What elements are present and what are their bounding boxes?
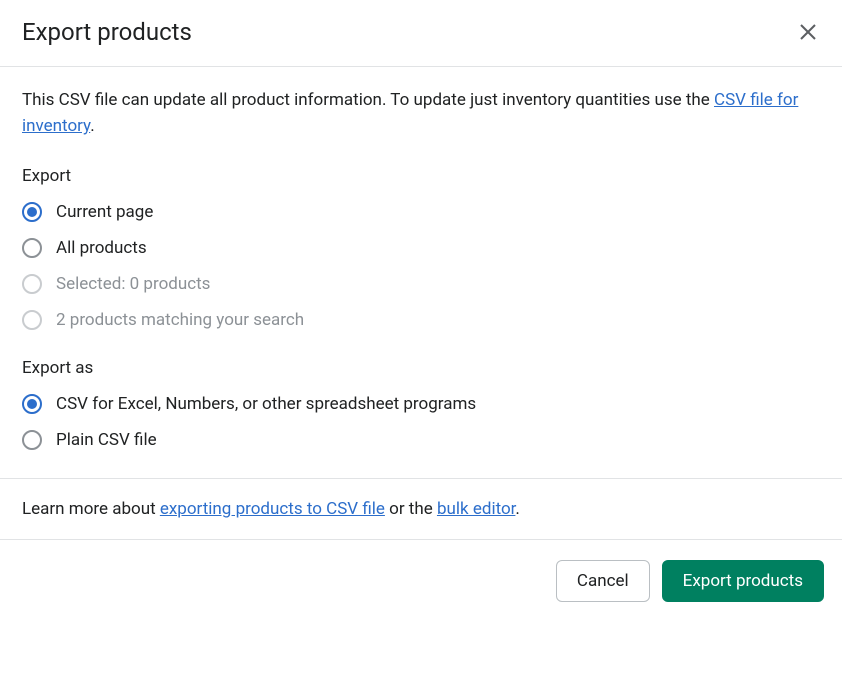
learn-mid: or the: [385, 499, 437, 519]
radio-matching-search: 2 products matching your search: [22, 310, 820, 330]
description-text: This CSV file can update all product inf…: [22, 90, 714, 110]
export-products-button[interactable]: Export products: [662, 560, 824, 602]
radio-icon: [22, 238, 42, 258]
radio-label: Current page: [56, 202, 153, 222]
radio-icon: [22, 310, 42, 330]
modal-footer: Cancel Export products: [0, 540, 842, 622]
export-scope-label: Export: [22, 166, 820, 186]
export-format-label: Export as: [22, 358, 820, 378]
export-products-modal: Export products This CSV file can update…: [0, 0, 842, 700]
radio-icon: [22, 274, 42, 294]
radio-current-page[interactable]: Current page: [22, 202, 820, 222]
radio-label: CSV for Excel, Numbers, or other spreads…: [56, 394, 476, 414]
radio-plain-csv[interactable]: Plain CSV file: [22, 430, 820, 450]
export-scope-group: Export Current page All products Selecte…: [22, 166, 820, 330]
close-button[interactable]: [794, 18, 822, 46]
radio-icon: [22, 430, 42, 450]
cancel-button[interactable]: Cancel: [556, 560, 650, 602]
bulk-editor-link[interactable]: bulk editor: [437, 499, 515, 519]
radio-icon: [22, 202, 42, 222]
export-format-group: Export as CSV for Excel, Numbers, or oth…: [22, 358, 820, 450]
radio-csv-excel[interactable]: CSV for Excel, Numbers, or other spreads…: [22, 394, 820, 414]
radio-label: All products: [56, 238, 147, 258]
learn-after: .: [515, 499, 519, 519]
description-after: .: [90, 116, 94, 136]
learn-more-text: Learn more about exporting products to C…: [22, 499, 820, 519]
radio-icon: [22, 394, 42, 414]
description: This CSV file can update all product inf…: [22, 87, 820, 140]
radio-all-products[interactable]: All products: [22, 238, 820, 258]
radio-label: Plain CSV file: [56, 430, 157, 450]
radio-label: 2 products matching your search: [56, 310, 304, 330]
radio-selected-products: Selected: 0 products: [22, 274, 820, 294]
learn-before: Learn more about: [22, 499, 160, 519]
modal-body: This CSV file can update all product inf…: [0, 67, 842, 478]
exporting-csv-link[interactable]: exporting products to CSV file: [160, 499, 385, 519]
modal-title: Export products: [22, 18, 192, 46]
modal-header: Export products: [0, 0, 842, 67]
learn-more-section: Learn more about exporting products to C…: [0, 478, 842, 540]
radio-label: Selected: 0 products: [56, 274, 210, 294]
close-icon: [798, 22, 818, 42]
